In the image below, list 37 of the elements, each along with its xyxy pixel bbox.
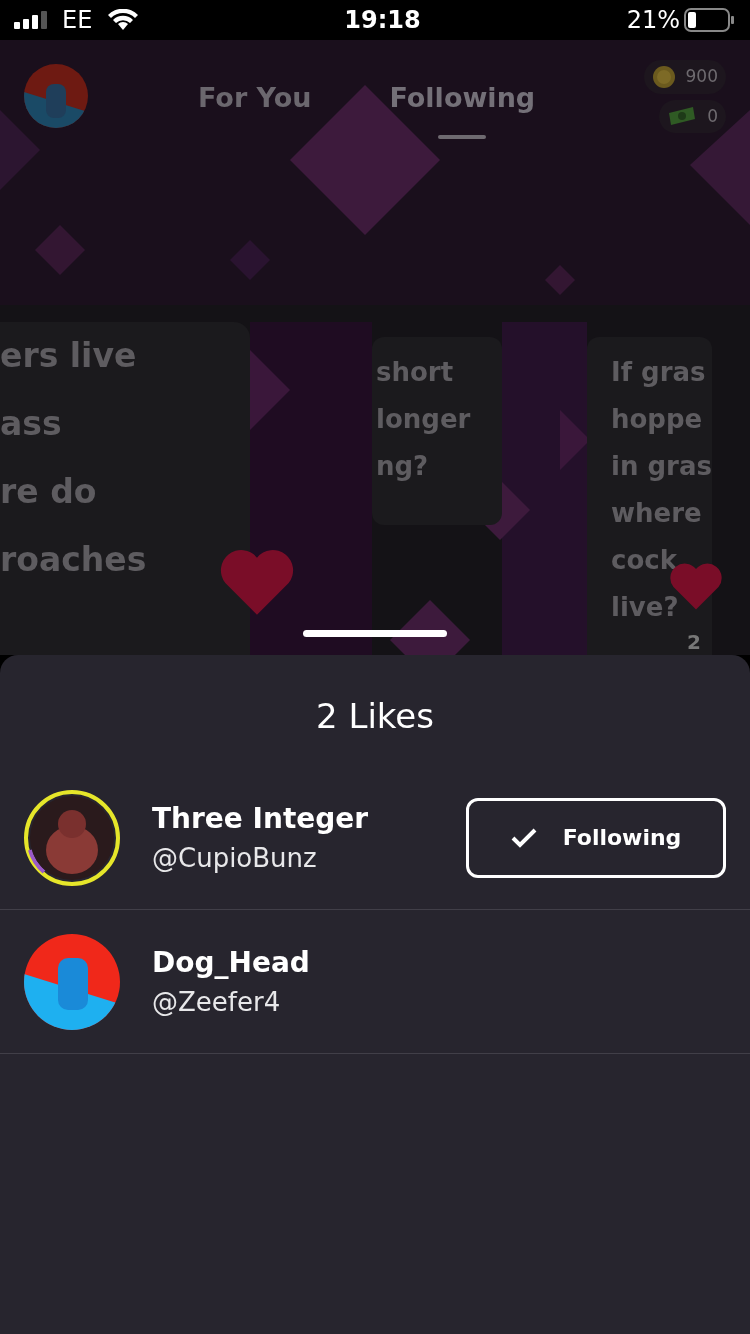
user-handle: @CupioBunz <box>152 842 318 876</box>
user-name: Three Integer <box>152 801 370 838</box>
wifi-icon <box>108 9 139 31</box>
balance-pill: 900 <box>643 60 726 94</box>
banknote-icon <box>667 105 698 128</box>
following-button[interactable]: Following <box>466 797 726 878</box>
post-card[interactable]: short longer ng? <box>372 337 502 525</box>
sheet-handle[interactable] <box>303 630 447 637</box>
post-text-line: roaches <box>0 539 148 581</box>
battery-icon <box>684 8 736 32</box>
post-card[interactable]: ers live ass re do roaches <box>0 322 250 655</box>
post-text-line: cock <box>611 544 678 577</box>
feed-tab[interactable]: For You <box>198 78 312 139</box>
diamond-shape <box>545 265 575 295</box>
post-text-line: hoppe <box>611 403 704 436</box>
diamond-shape <box>560 410 590 470</box>
post-text-line: ers live <box>0 335 138 377</box>
clock-time: 19:18 <box>344 5 421 36</box>
diamond-shape <box>35 225 85 275</box>
user-name: Dog_Head <box>152 945 311 982</box>
battery-percent: 21% <box>626 5 680 36</box>
feed-tab[interactable]: Following <box>389 78 536 139</box>
post-text-line: where <box>611 497 703 530</box>
post-text-line: ass <box>0 403 63 445</box>
check-icon <box>510 827 537 848</box>
post-text-line: in gras <box>611 450 712 483</box>
post-text-line: short <box>376 356 455 389</box>
post-text-line: longer <box>376 403 472 436</box>
post-text-line: re do <box>0 471 98 513</box>
coin-icon <box>651 64 676 89</box>
sheet-title: 2 Likes <box>315 695 435 738</box>
post-text-line: If gras <box>611 356 707 389</box>
carrier-name: EE <box>62 5 93 36</box>
post-text-line: live? <box>611 591 680 624</box>
user-handle: @Zeefer4 <box>152 986 282 1020</box>
post-text-line: ng? <box>376 450 430 483</box>
like-count: 2 <box>687 629 701 655</box>
